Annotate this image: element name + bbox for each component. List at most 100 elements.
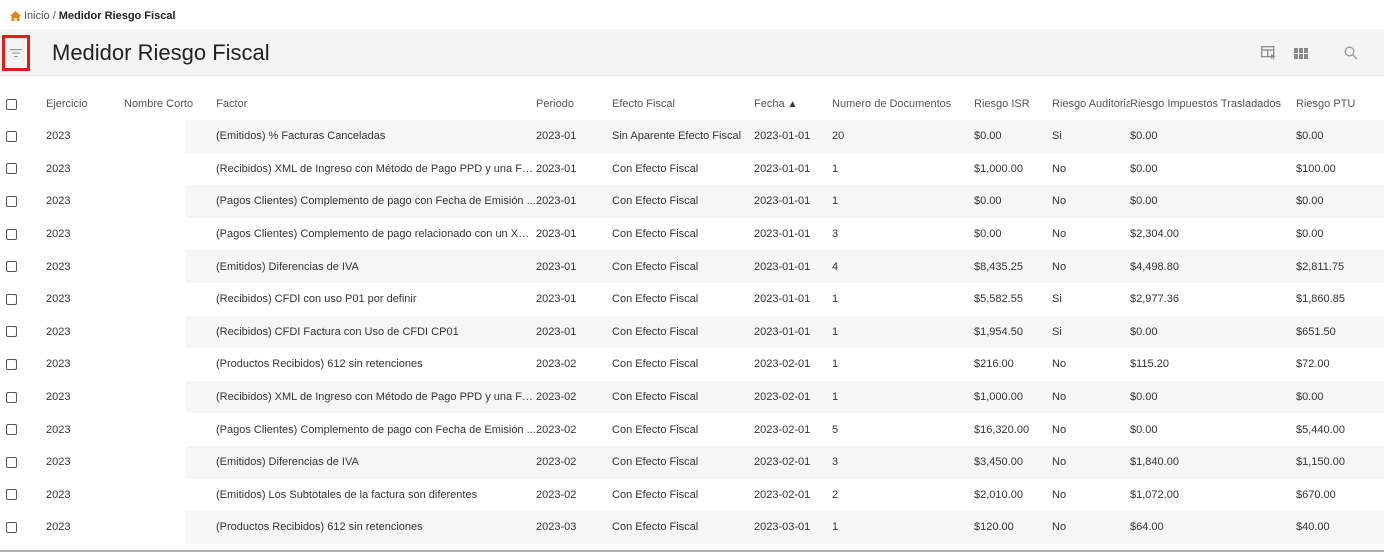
row-checkbox[interactable] xyxy=(6,489,17,501)
column-header-fecha[interactable]: Fecha ▲ xyxy=(754,88,832,120)
column-header-efecto-fiscal[interactable]: Efecto Fiscal xyxy=(612,88,754,120)
nombre-corto-cell xyxy=(124,348,186,381)
column-header-ejercicio[interactable]: Ejercicio xyxy=(42,88,124,120)
riesgo-auditoria-cell: No xyxy=(1052,423,1067,436)
breadcrumb-home-link[interactable]: Inicio xyxy=(24,10,50,22)
ejercicio-cell: 2023 xyxy=(46,423,71,436)
riesgo-auditoria-cell: No xyxy=(1052,511,1131,544)
fecha-cell: 2023-01-01 xyxy=(754,315,833,349)
riesgo-auditoria-cell: Si xyxy=(1052,293,1062,306)
ejercicio-cell: 2023 xyxy=(46,293,71,306)
ejercicio-cell: 2023 xyxy=(42,120,124,153)
fecha-cell: 2023-02-01 xyxy=(754,445,833,479)
riesgo-impuestos-trasladados-cell: $2,977.36 xyxy=(1130,293,1179,306)
table-row[interactable]: 2023 (Pagos Clientes) Complemento de pago… xyxy=(0,218,1384,251)
ejercicio-cell: 2023 xyxy=(46,488,71,501)
horizontal-scrollbar[interactable] xyxy=(0,550,1384,552)
factor-cell: (Emitidos) Diferencias de IVA xyxy=(186,445,537,479)
row-checkbox[interactable] xyxy=(6,391,17,403)
riesgo-impuestos-trasladados-cell: $2,304.00 xyxy=(1130,228,1179,241)
efecto-fiscal-cell: Con Efecto Fiscal xyxy=(612,423,699,436)
factor-cell: (Emitidos) Diferencias de IVA xyxy=(186,250,537,283)
efecto-fiscal-cell: Con Efecto Fiscal xyxy=(612,162,699,175)
ejercicio-cell: 2023 xyxy=(46,228,71,241)
breadcrumb: Inicio / Medidor Riesgo Fiscal xyxy=(10,9,176,23)
numero-documentos-cell: 4 xyxy=(832,250,975,283)
table-row[interactable]: 2023 (Recibidos) CFDI Factura con Uso de … xyxy=(0,315,1384,349)
nombre-corto-cell xyxy=(124,218,186,251)
row-checkbox[interactable] xyxy=(6,456,17,468)
riesgo-ptu-cell: $0.00 xyxy=(1296,380,1384,414)
grid-view-button[interactable] xyxy=(1291,43,1311,63)
riesgo-ptu-cell: $2,811.75 xyxy=(1296,250,1384,283)
table-row[interactable]: 2023 (Pagos Clientes) Complemento de pago… xyxy=(0,413,1384,446)
factor-cell: (Pagos Clientes) Complemento de pago con… xyxy=(186,185,537,218)
search-button[interactable] xyxy=(1341,43,1361,63)
riesgo-ptu-cell: $0.00 xyxy=(1296,185,1384,218)
riesgo-ptu-cell: $100.00 xyxy=(1296,162,1336,175)
row-checkbox[interactable] xyxy=(6,424,17,436)
nombre-corto-cell xyxy=(124,380,186,414)
factor-cell: (Recibidos) CFDI con uso P01 por definir xyxy=(216,293,417,306)
riesgo-ptu-cell: $670.00 xyxy=(1296,488,1336,501)
row-checkbox[interactable] xyxy=(6,228,17,240)
table-row[interactable]: 2023 (Recibidos) CFDI con uso P01 por def… xyxy=(0,283,1384,316)
periodo-cell: 2023-01 xyxy=(536,293,577,306)
row-checkbox[interactable] xyxy=(6,326,17,338)
table-row[interactable]: 2023 (Pagos Clientes) Complemento de pago… xyxy=(0,185,1384,218)
table-row[interactable]: 2023 (Emitidos) % Facturas Canceladas 2023… xyxy=(0,120,1384,153)
column-header-factor[interactable]: Factor xyxy=(216,98,247,110)
column-header-riesgo-ptu[interactable]: Riesgo PTU xyxy=(1296,88,1384,120)
numero-documentos-cell: 1 xyxy=(832,511,975,544)
row-checkbox[interactable] xyxy=(6,196,17,208)
row-checkbox[interactable] xyxy=(6,359,17,371)
factor-cell: (Recibidos) CFDI Factura con Uso de CFDI… xyxy=(186,315,537,349)
efecto-fiscal-cell: Con Efecto Fiscal xyxy=(612,315,755,349)
nombre-corto-cell xyxy=(124,185,186,218)
table-row[interactable]: 2023 (Emitidos) Diferencias de IVA 2023-01… xyxy=(0,250,1384,283)
numero-documentos-cell: 3 xyxy=(832,445,975,479)
table-row[interactable]: 2023 (Emitidos) Diferencias de IVA 2023-02… xyxy=(0,445,1384,479)
row-select-cell xyxy=(0,479,42,512)
efecto-fiscal-cell: Con Efecto Fiscal xyxy=(612,185,755,218)
table-row[interactable]: 2023 (Productos Recibidos) 612 sin retenc… xyxy=(0,511,1384,544)
column-header-periodo[interactable]: Periodo xyxy=(536,88,612,120)
efecto-fiscal-cell: Con Efecto Fiscal xyxy=(612,380,755,414)
riesgo-auditoria-cell: No xyxy=(1052,185,1131,218)
factor-cell: (Recibidos) XML de Ingreso con Método de… xyxy=(186,380,537,414)
table-row[interactable]: 2023 (Emitidos) Los Subtotales de la fact… xyxy=(0,479,1384,512)
numero-documentos-cell: 20 xyxy=(832,120,975,153)
table-row[interactable]: 2023 (Recibidos) XML de Ingreso con Métod… xyxy=(0,153,1384,186)
fecha-cell: 2023-02-01 xyxy=(754,423,811,436)
row-checkbox[interactable] xyxy=(6,522,17,534)
riesgo-auditoria-cell: No xyxy=(1052,162,1067,175)
table-row[interactable]: 2023 (Productos Recibidos) 612 sin retenc… xyxy=(0,348,1384,381)
row-checkbox[interactable] xyxy=(6,163,17,175)
column-header-riesgo-impuestos-trasladados[interactable]: Riesgo Impuestos Trasladados xyxy=(1130,88,1296,120)
column-header-numero-documentos[interactable]: Numero de Documentos xyxy=(832,88,974,120)
factor-cell: (Emitidos) % Facturas Canceladas xyxy=(186,120,537,153)
numero-documentos-cell: 1 xyxy=(832,185,975,218)
column-header-riesgo-isr[interactable]: Riesgo ISR xyxy=(974,88,1052,120)
nombre-corto-cell xyxy=(124,153,186,186)
row-checkbox[interactable] xyxy=(6,293,17,305)
ejercicio-cell: 2023 xyxy=(46,162,71,175)
riesgo-auditoria-cell: No xyxy=(1052,488,1067,501)
row-select-cell xyxy=(0,120,42,153)
select-all-checkbox[interactable] xyxy=(6,98,17,110)
table-row[interactable]: 2023 (Recibidos) XML de Ingreso con Métod… xyxy=(0,380,1384,414)
riesgo-isr-cell: $0.00 xyxy=(974,185,1053,218)
filter-button[interactable] xyxy=(2,35,30,71)
column-header-nombre-corto[interactable]: Nombre Corto xyxy=(124,98,193,110)
column-header-riesgo-auditoria[interactable]: Riesgo Auditoria xyxy=(1052,88,1130,120)
home-icon[interactable] xyxy=(10,11,21,21)
riesgo-isr-cell: $5,582.55 xyxy=(974,293,1023,306)
row-checkbox[interactable] xyxy=(6,261,17,273)
riesgo-impuestos-trasladados-cell: $115.20 xyxy=(1130,358,1169,371)
row-checkbox[interactable] xyxy=(6,130,17,142)
periodo-cell: 2023-03 xyxy=(536,511,613,544)
search-icon xyxy=(1344,46,1358,60)
columns-button[interactable] xyxy=(1259,43,1279,63)
efecto-fiscal-cell: Con Efecto Fiscal xyxy=(612,358,699,371)
fecha-cell: 2023-01-01 xyxy=(754,162,811,175)
